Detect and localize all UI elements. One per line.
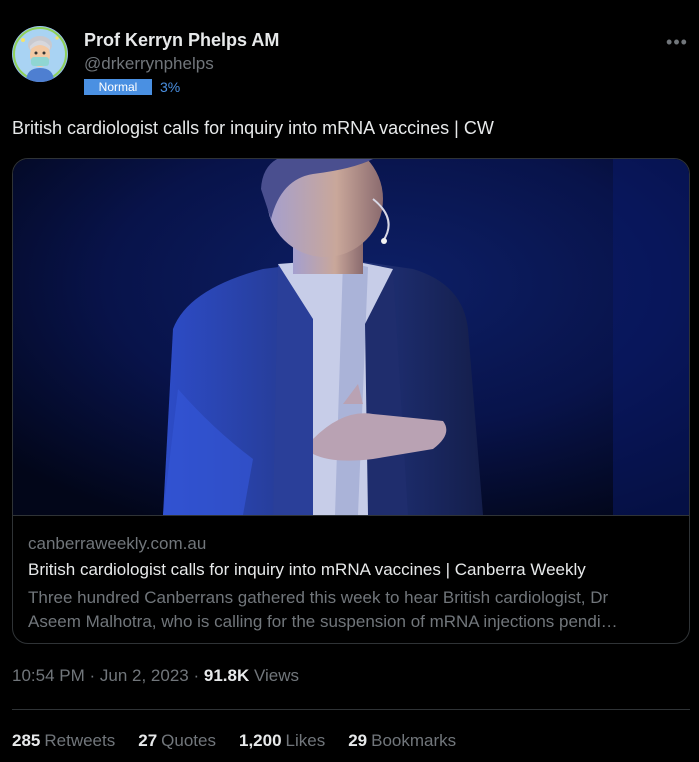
stat-quotes[interactable]: 27 Quotes [138, 731, 216, 751]
speaker-photo [13, 159, 689, 515]
link-card-title: British cardiologist calls for inquiry i… [28, 560, 586, 579]
memoji-avatar-icon [13, 27, 67, 82]
tweet-meta: 10:54 PM · Jun 2, 2023 · 91.8K Views [12, 666, 299, 686]
stat-label: Quotes [161, 731, 216, 750]
stat-retweets[interactable]: 285 Retweets [12, 731, 115, 751]
link-card[interactable]: canberraweekly.com.au British cardiologi… [12, 158, 690, 644]
stat-label: Likes [285, 731, 326, 750]
views-count: 91.8K [203, 666, 250, 685]
status-badge: Normal [84, 79, 152, 95]
tweet-text: British cardiologist calls for inquiry i… [12, 118, 494, 138]
tweet-header: Prof Kerryn Phelps AM @drkerrynphelps No… [12, 26, 691, 96]
meta-separator: · [193, 666, 204, 685]
divider [12, 709, 690, 710]
rating-badge-row: Normal 3% [84, 78, 180, 96]
stat-count: 27 [138, 731, 158, 750]
tweet-date[interactable]: Jun 2, 2023 [100, 666, 189, 685]
meta-separator: · [89, 666, 100, 685]
more-options-icon[interactable]: ••• [665, 32, 689, 52]
avatar[interactable] [12, 26, 68, 82]
stat-count: 29 [348, 731, 368, 750]
views-label: Views [253, 666, 300, 685]
link-card-description-line: Aseem Malhotra, who is calling for the s… [28, 612, 618, 631]
stat-count: 1,200 [238, 731, 282, 750]
engagement-stats: 285 Retweets 27 Quotes 1,200 Likes 29 Bookma… [12, 731, 456, 751]
stat-label: Retweets [44, 731, 116, 750]
author-handle[interactable]: @drkerrynphelps [84, 54, 214, 74]
stat-likes[interactable]: 1,200 Likes [239, 731, 325, 751]
status-badge-percent: 3% [160, 79, 181, 95]
author-name[interactable]: Prof Kerryn Phelps AM [84, 30, 279, 51]
link-card-domain: canberraweekly.com.au [28, 534, 207, 553]
stat-count: 285 [12, 731, 41, 750]
link-card-image[interactable] [13, 159, 689, 515]
stat-bookmarks[interactable]: 29 Bookmarks [348, 731, 456, 751]
link-card-description-line: Three hundred Canberrans gathered this w… [28, 588, 609, 607]
tweet-time[interactable]: 10:54 PM [12, 666, 85, 685]
stat-label: Bookmarks [371, 731, 457, 750]
link-card-info: canberraweekly.com.au British cardiologi… [13, 515, 689, 643]
link-card-description: Three hundred Canberrans gathered this w… [28, 586, 678, 634]
